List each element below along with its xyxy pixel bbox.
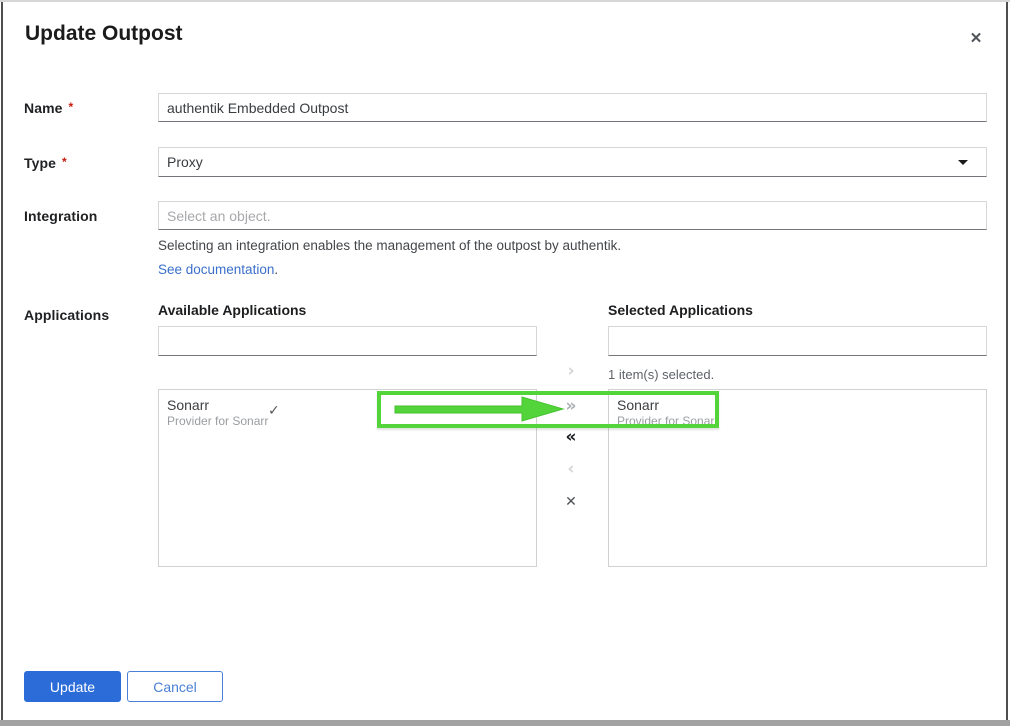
selected-search bbox=[608, 326, 987, 356]
available-search-input[interactable] bbox=[158, 326, 537, 356]
integration-label: Integration bbox=[24, 208, 97, 224]
clear-selection-button[interactable]: ✕ bbox=[556, 491, 586, 513]
name-label-text: Name bbox=[24, 100, 63, 116]
chevron-down-icon bbox=[958, 160, 968, 165]
list-item-selected-sonarr[interactable]: Sonarr Provider for Sonarr bbox=[609, 390, 986, 435]
window-edge-right bbox=[1006, 0, 1008, 726]
type-select[interactable]: Proxy bbox=[158, 147, 987, 177]
window-edge-bottom bbox=[0, 720, 1010, 726]
move-all-right-button[interactable]: » bbox=[556, 395, 586, 417]
available-applications-header: Available Applications bbox=[158, 302, 306, 318]
move-all-left-button[interactable]: « bbox=[556, 426, 586, 448]
doc-link-period: . bbox=[274, 262, 278, 277]
item-title: Sonarr bbox=[167, 397, 528, 414]
window-edge-left bbox=[1, 0, 3, 726]
item-title: Sonarr bbox=[617, 397, 978, 414]
update-outpost-dialog: Update Outpost ✕ Name * Type * Proxy Integ… bbox=[0, 0, 1010, 726]
type-label: Type * bbox=[24, 155, 67, 171]
name-label: Name * bbox=[24, 100, 73, 116]
cancel-button[interactable]: Cancel bbox=[127, 671, 223, 702]
see-documentation-link[interactable]: See documentation bbox=[158, 262, 274, 277]
integration-helper-text: Selecting an integration enables the man… bbox=[158, 238, 621, 253]
name-required-asterisk: * bbox=[69, 100, 74, 114]
selected-count-status: 1 item(s) selected. bbox=[608, 367, 714, 382]
type-label-text: Type bbox=[24, 155, 56, 171]
selected-search-input[interactable] bbox=[608, 326, 987, 356]
type-required-asterisk: * bbox=[62, 155, 67, 169]
integration-field[interactable] bbox=[158, 201, 987, 230]
type-select-value: Proxy bbox=[167, 154, 203, 170]
move-selected-left-button[interactable]: ‹ bbox=[556, 458, 586, 480]
window-edge-top bbox=[0, 0, 1010, 2]
dialog-title: Update Outpost bbox=[25, 22, 183, 46]
available-applications-list[interactable]: Sonarr Provider for Sonarr ✓ bbox=[158, 389, 537, 567]
integration-doc-line: See documentation. bbox=[158, 262, 278, 277]
name-field[interactable] bbox=[158, 93, 987, 122]
check-icon: ✓ bbox=[268, 402, 280, 419]
applications-label: Applications bbox=[24, 307, 109, 323]
available-search bbox=[158, 326, 537, 356]
update-button[interactable]: Update bbox=[24, 671, 121, 702]
selected-applications-header: Selected Applications bbox=[608, 302, 753, 318]
item-description: Provider for Sonarr bbox=[167, 414, 528, 429]
close-icon[interactable]: ✕ bbox=[963, 26, 989, 52]
list-item-available-sonarr[interactable]: Sonarr Provider for Sonarr ✓ bbox=[159, 390, 536, 435]
move-selected-right-button[interactable]: › bbox=[556, 360, 586, 382]
item-description: Provider for Sonarr bbox=[617, 414, 978, 429]
selected-applications-list[interactable]: Sonarr Provider for Sonarr bbox=[608, 389, 987, 567]
